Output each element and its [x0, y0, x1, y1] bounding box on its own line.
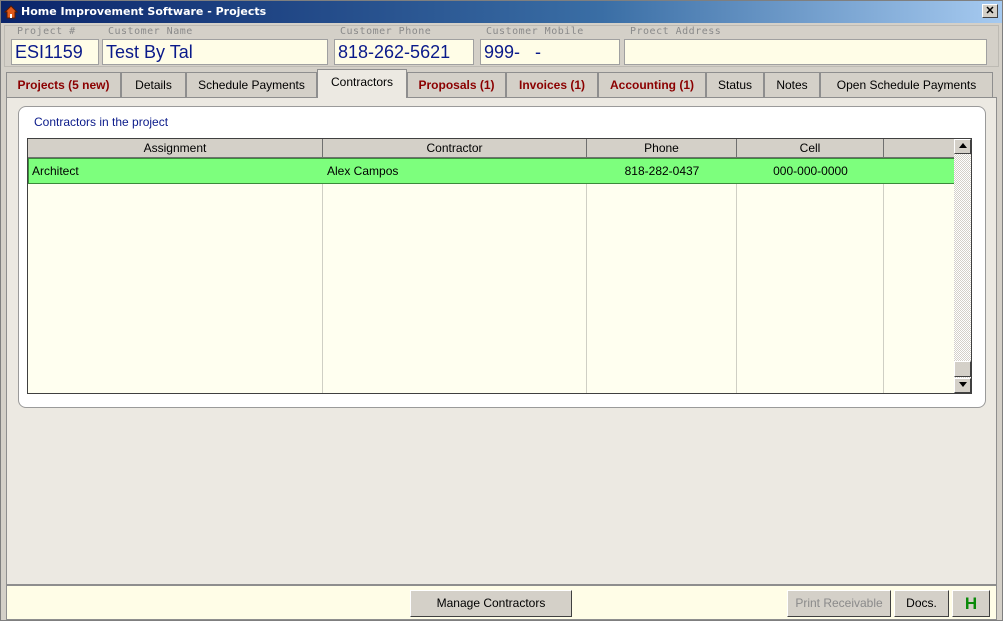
close-icon: ✕: [985, 5, 995, 17]
tab-accounting[interactable]: Accounting (1): [598, 72, 706, 97]
customer-phone-input[interactable]: 818-262-5621: [334, 39, 474, 65]
contractors-tab-panel: Contractors in the project Assignment Co…: [6, 97, 997, 585]
tab-open-schedule-payments[interactable]: Open Schedule Payments: [820, 72, 993, 97]
tab-proposals[interactable]: Proposals (1): [407, 72, 506, 97]
column-divider: [322, 158, 323, 393]
customer-mobile-field: Customer Mobile 999- -: [480, 25, 620, 65]
tab-bar: Projects (5 new) Details Schedule Paymen…: [6, 69, 997, 98]
tab-details[interactable]: Details: [121, 72, 186, 97]
column-divider: [883, 158, 884, 393]
contractors-table: Assignment Contractor Phone Cell Archite…: [27, 138, 972, 394]
contractors-group-title: Contractors in the project: [34, 115, 169, 129]
arrow-down-icon: [958, 382, 967, 387]
scroll-up-button[interactable]: [954, 139, 971, 154]
vertical-scrollbar[interactable]: [954, 139, 971, 393]
tab-projects[interactable]: Projects (5 new): [6, 72, 121, 97]
tab-invoices[interactable]: Invoices (1): [506, 72, 598, 97]
docs-button[interactable]: Docs.: [894, 590, 949, 617]
project-address-field: Proect Address: [624, 25, 987, 65]
tab-status[interactable]: Status: [706, 72, 764, 97]
app-logo-icon: [4, 5, 18, 19]
column-divider: [586, 158, 587, 393]
customer-phone-field: Customer Phone 818-262-5621: [334, 25, 474, 65]
cell-cell: 000-000-0000: [773, 164, 848, 178]
column-header-phone[interactable]: Phone: [587, 139, 737, 158]
title-bar[interactable]: Home Improvement Software - Projects ✕: [1, 1, 1002, 23]
customer-name-input[interactable]: Test By Tal: [102, 39, 328, 65]
h-button[interactable]: H: [952, 590, 990, 617]
close-button[interactable]: ✕: [982, 4, 998, 18]
arrow-up-icon: [958, 143, 967, 148]
cell-phone: 818-282-0437: [624, 164, 700, 178]
column-header-cell[interactable]: Cell: [737, 139, 884, 158]
project-number-label: Project #: [17, 26, 76, 37]
contractors-group: Contractors in the project Assignment Co…: [18, 106, 986, 408]
tab-schedule-payments[interactable]: Schedule Payments: [186, 72, 317, 97]
customer-mobile-label: Customer Mobile: [486, 26, 584, 37]
column-header-assignment[interactable]: Assignment: [28, 139, 323, 158]
customer-name-field: Customer Name Test By Tal: [102, 25, 328, 65]
project-address-input[interactable]: [624, 39, 987, 65]
app-window: Home Improvement Software - Projects ✕ P…: [0, 0, 1003, 621]
column-header-extra[interactable]: [884, 139, 955, 158]
cell-contractor: Alex Campos: [327, 164, 399, 178]
table-row[interactable]: Architect Alex Campos 818-282-0437 000-0…: [28, 158, 955, 184]
project-address-label: Proect Address: [630, 26, 722, 37]
cell-assignment: Architect: [32, 164, 79, 178]
project-number-input[interactable]: ESI1159: [11, 39, 99, 65]
print-receivable-button[interactable]: Print Receivable: [787, 590, 891, 617]
bottom-toolbar: Manage Contractors Print Receivable Docs…: [6, 585, 997, 620]
window-title: Home Improvement Software - Projects: [21, 5, 267, 18]
column-header-contractor[interactable]: Contractor: [323, 139, 587, 158]
tab-contractors[interactable]: Contractors: [317, 69, 407, 98]
customer-name-label: Customer Name: [108, 26, 193, 37]
scroll-down-button[interactable]: [954, 378, 971, 393]
customer-mobile-input[interactable]: 999- -: [480, 39, 620, 65]
manage-contractors-button[interactable]: Manage Contractors: [410, 590, 572, 617]
tab-notes[interactable]: Notes: [764, 72, 820, 97]
project-number-field: Project # ESI1159: [11, 25, 99, 65]
scroll-thumb[interactable]: [954, 361, 971, 377]
column-divider: [736, 158, 737, 393]
customer-phone-label: Customer Phone: [340, 26, 432, 37]
